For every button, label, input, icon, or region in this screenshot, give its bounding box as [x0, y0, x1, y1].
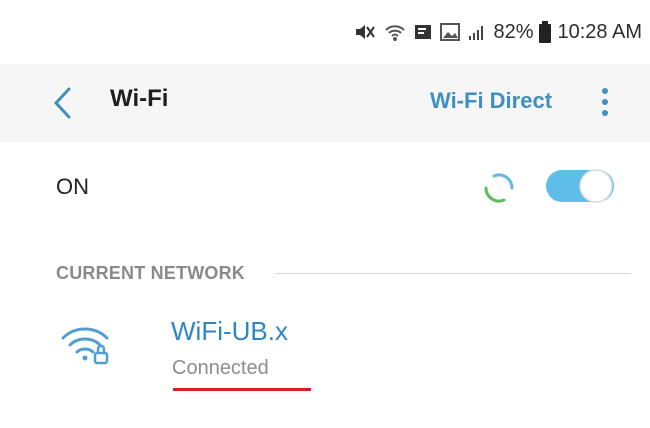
connection-status: Connected: [172, 357, 269, 379]
wifi-state-label: ON: [56, 174, 89, 199]
status-underline: [173, 388, 311, 391]
battery-percent: 82%: [493, 20, 534, 43]
secured-wifi-icon: [58, 322, 120, 370]
image-icon: [439, 21, 461, 43]
status-time: 10:28 AM: [557, 20, 642, 43]
cell-signal-icon: [467, 22, 487, 42]
current-network-section: CURRENT NETWORK WiFi-UB.x Connected: [0, 230, 650, 428]
wifi-signal-icon: [383, 20, 407, 44]
battery-icon: [539, 21, 552, 43]
wifi-direct-button[interactable]: Wi-Fi Direct: [430, 88, 552, 114]
wifi-toggle-switch[interactable]: [544, 165, 616, 207]
mute-vibrate-icon: [353, 20, 377, 44]
scanning-spinner-icon: [479, 168, 519, 208]
back-icon[interactable]: [48, 84, 76, 122]
wifi-header: Wi-Fi Wi-Fi Direct: [0, 64, 650, 142]
network-name: WiFi-UB.x: [171, 316, 288, 346]
wifi-toggle-row[interactable]: ON: [0, 142, 650, 230]
current-network-item[interactable]: WiFi-UB.x Connected: [0, 304, 650, 394]
section-divider: [275, 273, 631, 274]
wifi-settings-screen: 82% 10:28 AM Wi-Fi Wi-Fi Direct ON CURRE…: [0, 0, 650, 428]
current-network-heading: CURRENT NETWORK: [56, 263, 245, 283]
status-bar: 82% 10:28 AM: [0, 0, 650, 64]
page-title: Wi-Fi: [110, 85, 169, 112]
status-icons: 82% 10:28 AM: [353, 20, 642, 44]
more-options-icon[interactable]: [597, 84, 613, 120]
notification-icon: [413, 22, 433, 42]
